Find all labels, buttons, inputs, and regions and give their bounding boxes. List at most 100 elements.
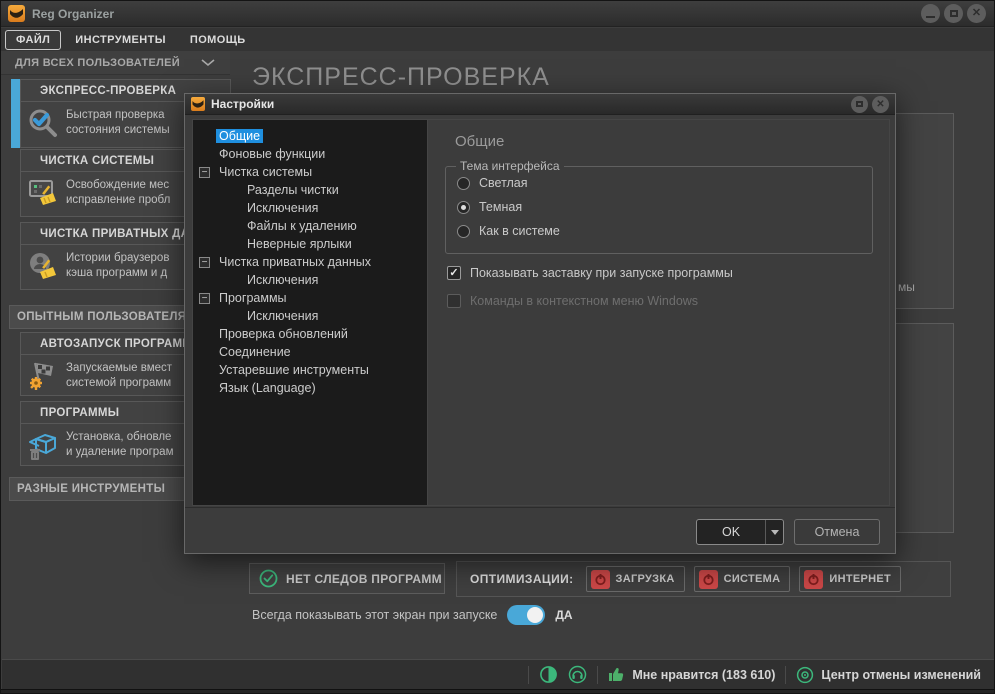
- dialog-title: Настройки: [211, 97, 275, 111]
- power-badge-icon: [698, 569, 718, 589]
- user-broom-icon: [30, 253, 56, 279]
- optimizations-label: ОПТИМИЗАЦИИ:: [470, 572, 574, 586]
- show-at-startup-toggle[interactable]: [507, 605, 546, 625]
- ok-button[interactable]: OK: [697, 520, 765, 544]
- collapse-icon[interactable]: −: [199, 167, 210, 178]
- radio-theme-light[interactable]: Светлая: [457, 175, 872, 191]
- theme-group-title: Тема интерфейса: [456, 159, 564, 173]
- sidebar-item-desc: Освобождение мес исправление пробл: [66, 179, 171, 206]
- box-trash-icon: [29, 434, 56, 460]
- contrast-icon: [540, 666, 558, 683]
- undo-center-button[interactable]: Центр отмены изменений: [796, 666, 981, 684]
- checkbox-show-splash[interactable]: ✓ Показывать заставку при запуске програ…: [447, 266, 733, 280]
- optimize-internet-button[interactable]: ИНТЕРНЕТ: [799, 566, 902, 592]
- sidebar-item-desc: Установка, обновле и удаление програм: [66, 431, 174, 458]
- window-title: Reg Organizer: [32, 6, 115, 21]
- radio-theme-dark[interactable]: Темная: [457, 199, 872, 215]
- ok-split-button[interactable]: OK: [696, 519, 784, 545]
- tree-item-files-to-delete[interactable]: Файлы к удалению: [193, 217, 427, 235]
- show-at-startup-row: Всегда показывать этот экран при запуске…: [252, 604, 573, 626]
- tree-item-exclusions[interactable]: Исключения: [193, 307, 427, 325]
- tree-item-updates[interactable]: Проверка обновлений: [193, 325, 427, 343]
- minimize-button[interactable]: [921, 4, 940, 23]
- check-circle-icon: [259, 569, 278, 588]
- support-button[interactable]: [568, 665, 587, 684]
- collapse-icon[interactable]: −: [199, 293, 210, 304]
- app-window: Reg Organizer ✕ ФАЙЛ ИНСТРУМЕНТЫ ПОМОЩЬ …: [0, 0, 995, 694]
- checkbox-context-menu[interactable]: Команды в контекстном меню Windows: [447, 294, 698, 308]
- separator: [785, 665, 787, 684]
- power-badge-icon: [590, 569, 610, 589]
- optimize-startup-button[interactable]: ЗАГРУЗКА: [585, 566, 685, 592]
- tree-item-programs[interactable]: − Программы: [193, 289, 427, 307]
- menu-help[interactable]: ПОМОЩЬ: [180, 31, 256, 49]
- no-traces-label: НЕТ СЛЕДОВ ПРОГРАММ: [286, 571, 442, 586]
- monitor-broom-icon: [29, 180, 56, 205]
- toggle-label: Всегда показывать этот экран при запуске: [252, 608, 498, 622]
- app-logo-icon: [8, 5, 25, 22]
- ok-dropdown-arrow[interactable]: [765, 520, 783, 544]
- sidebar-item-desc: Быстрая проверка состояния системы: [66, 109, 170, 136]
- thumbs-up-icon: [609, 668, 624, 681]
- triangle-down-icon: [770, 529, 779, 535]
- settings-panel: Общие Тема интерфейса Светлая Темная Как…: [428, 119, 890, 506]
- sidebar-item-desc: Истории браузеров кэша программ и д: [66, 252, 170, 279]
- page-title: ЭКСПРЕСС-ПРОВЕРКА: [252, 63, 550, 91]
- title-bar[interactable]: Reg Organizer ✕: [1, 1, 994, 27]
- radio-theme-system[interactable]: Как в системе: [457, 223, 872, 239]
- tree-item-exclusions[interactable]: Исключения: [193, 199, 427, 217]
- like-label: Мне нравится (183 610): [632, 667, 776, 682]
- settings-dialog: Настройки ✕ Общие Фоновые функции − Чист…: [184, 93, 896, 554]
- power-badge-icon: [804, 569, 824, 589]
- tree-item-cleanup-sections[interactable]: Разделы чистки: [193, 181, 427, 199]
- checkbox-unchecked-icon: [447, 294, 461, 308]
- no-traces-button[interactable]: НЕТ СЛЕДОВ ПРОГРАММ: [249, 563, 445, 594]
- undo-center-icon: [797, 666, 814, 683]
- tree-item-general[interactable]: Общие: [193, 127, 427, 145]
- tree-item-language[interactable]: Язык (Language): [193, 379, 427, 397]
- status-bar: Мне нравится (183 610) Центр отмены изме…: [2, 659, 994, 689]
- window-bottom-edge: [1, 689, 994, 693]
- headset-icon: [569, 665, 587, 684]
- separator: [597, 665, 599, 684]
- flag-gear-icon: [30, 362, 53, 390]
- tree-item-invalid-shortcuts[interactable]: Неверные ярлыки: [193, 235, 427, 253]
- toggle-knob: [527, 607, 544, 623]
- radio-icon: [457, 176, 470, 190]
- sidebar-item-desc: Запускаемые вмест системой программ: [66, 362, 173, 389]
- magnifier-check-icon: [29, 109, 57, 137]
- tree-item-system-cleanup[interactable]: − Чистка системы: [193, 163, 427, 181]
- radio-icon-selected: [457, 200, 470, 214]
- tree-item-connection[interactable]: Соединение: [193, 343, 427, 361]
- tree-item-background[interactable]: Фоновые функции: [193, 145, 427, 163]
- tree-item-exclusions[interactable]: Исключения: [193, 271, 427, 289]
- active-accent-bar: [11, 79, 20, 148]
- cancel-button[interactable]: Отмена: [794, 519, 880, 545]
- separator: [528, 665, 530, 684]
- close-button[interactable]: ✕: [967, 4, 986, 23]
- user-scope-dropdown[interactable]: ДЛЯ ВСЕХ ПОЛЬЗОВАТЕЛЕЙ: [1, 51, 230, 75]
- dialog-close-button[interactable]: ✕: [872, 95, 889, 113]
- theme-contrast-button[interactable]: [539, 665, 558, 684]
- clipped-text-fragment: мы: [898, 280, 915, 294]
- toggle-value: ДА: [555, 608, 573, 622]
- tree-item-legacy-tools[interactable]: Устаревшие инструменты: [193, 361, 427, 379]
- dialog-title-bar[interactable]: Настройки ✕: [185, 94, 895, 115]
- menu-tools[interactable]: ИНСТРУМЕНТЫ: [65, 31, 176, 49]
- tree-item-private-cleanup[interactable]: − Чистка приватных данных: [193, 253, 427, 271]
- optimize-system-button[interactable]: СИСТЕМА: [693, 566, 791, 592]
- undo-center-label: Центр отмены изменений: [821, 667, 981, 682]
- app-logo-icon: [191, 97, 205, 111]
- checkbox-checked-icon: ✓: [447, 266, 461, 280]
- menu-file[interactable]: ФАЙЛ: [5, 29, 62, 50]
- user-scope-label: ДЛЯ ВСЕХ ПОЛЬЗОВАТЕЛЕЙ: [15, 56, 180, 69]
- maximize-button[interactable]: [944, 4, 963, 23]
- settings-tree: Общие Фоновые функции − Чистка системы Р…: [192, 119, 428, 506]
- dialog-maximize-button[interactable]: [851, 95, 868, 113]
- chevron-down-icon: [201, 59, 215, 67]
- radio-icon: [457, 224, 470, 238]
- like-button[interactable]: Мне нравится (183 610): [608, 666, 775, 683]
- optimizations-panel: ОПТИМИЗАЦИИ: ЗАГРУЗКА СИСТЕМА ИНТЕРНЕТ: [456, 561, 951, 597]
- collapse-icon[interactable]: −: [199, 257, 210, 268]
- panel-heading: Общие: [455, 133, 505, 150]
